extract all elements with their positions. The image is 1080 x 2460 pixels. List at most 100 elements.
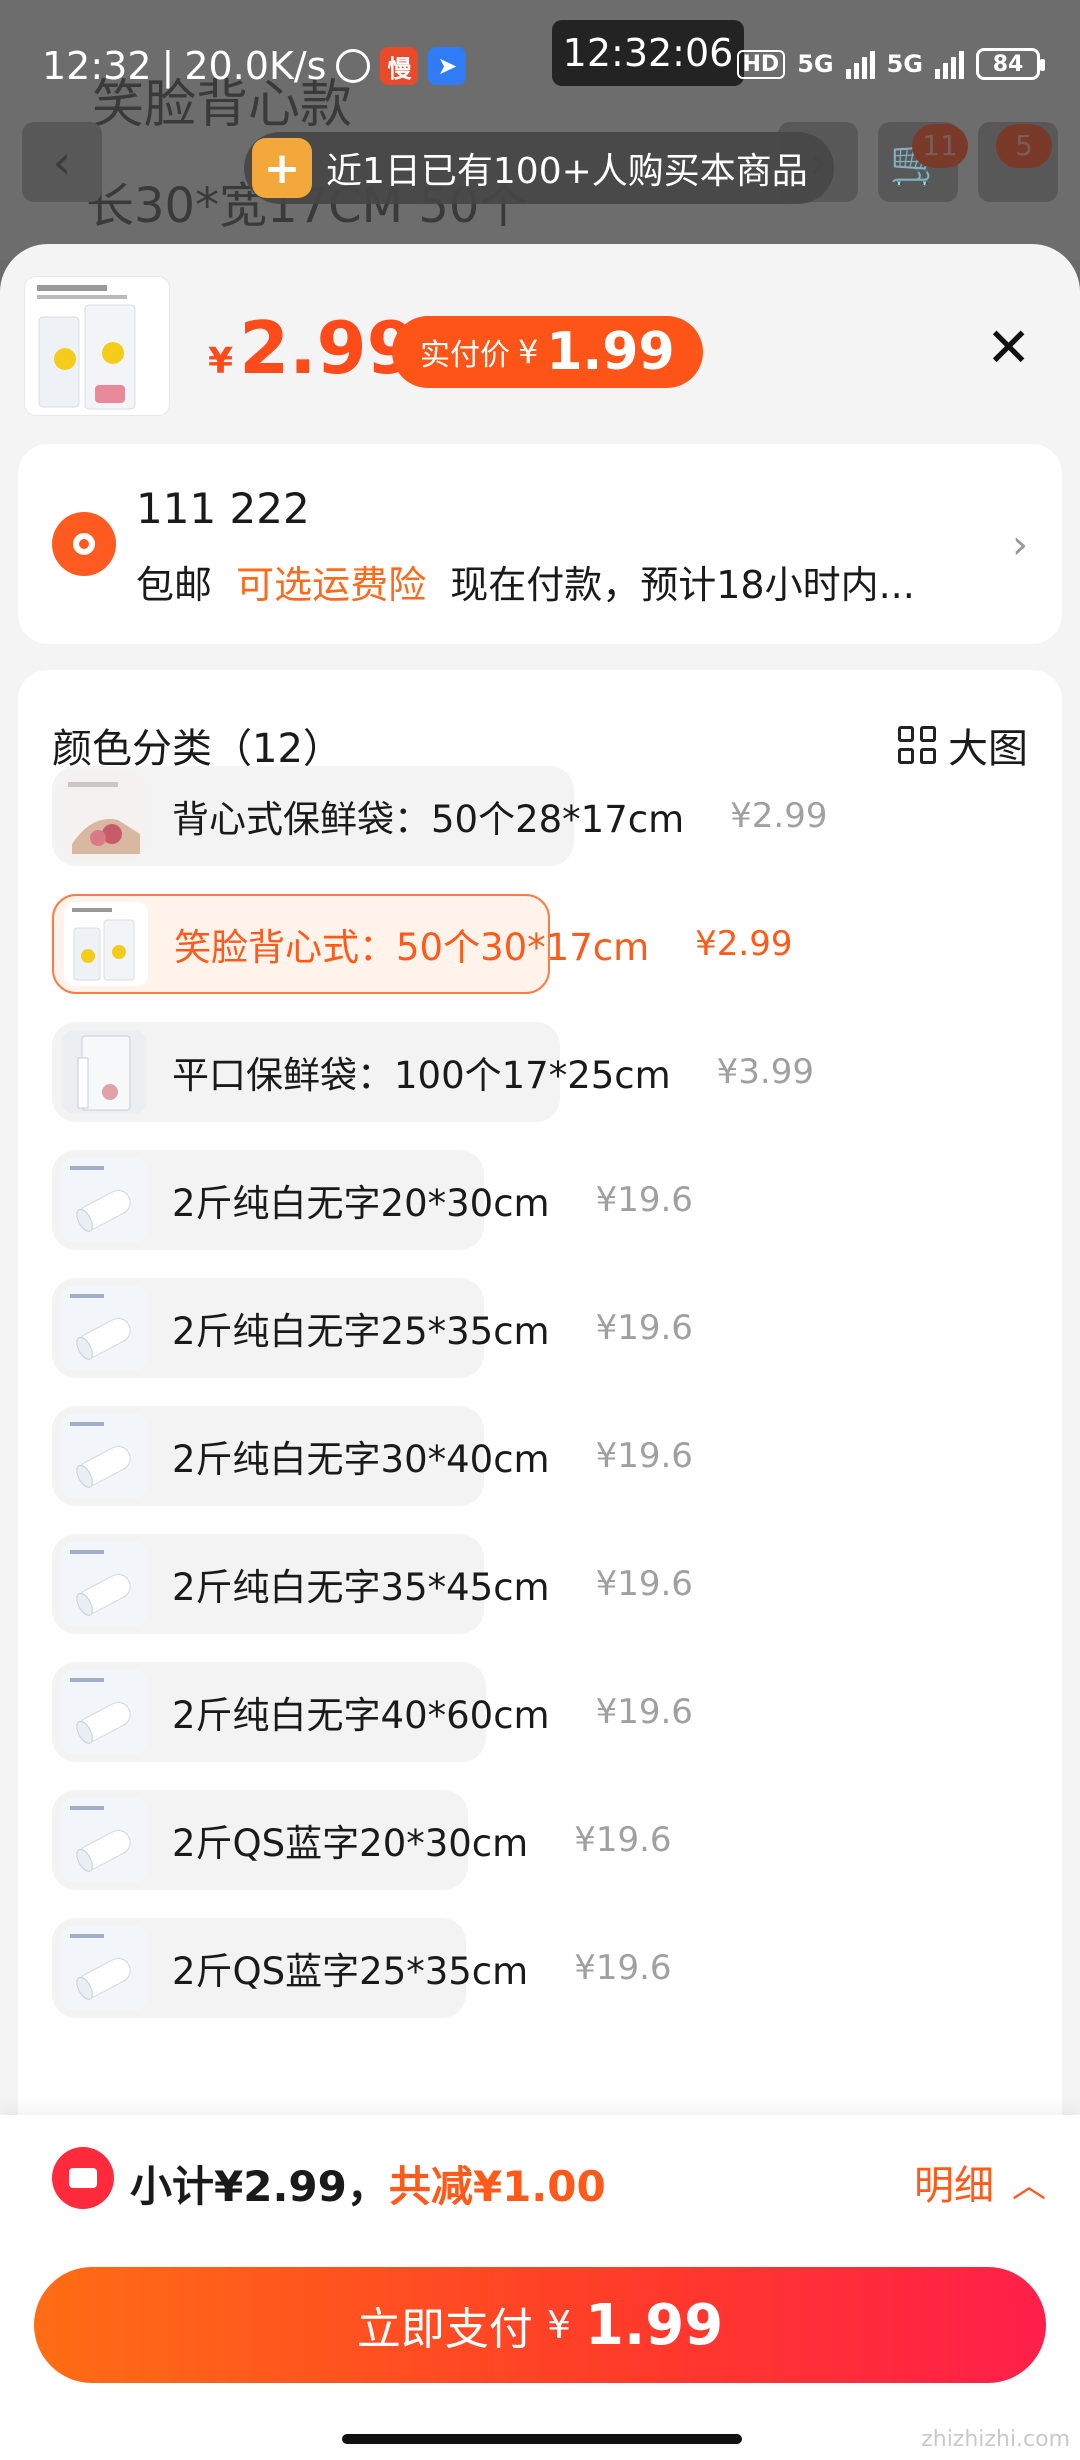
big-view-toggle[interactable]: 大图 bbox=[898, 716, 1028, 774]
option-thumbnail bbox=[62, 1670, 146, 1754]
shipping-free-label: 包邮 bbox=[136, 563, 213, 607]
battery-icon: 84 bbox=[976, 48, 1045, 80]
option-price: ¥3.99 bbox=[716, 1052, 815, 1092]
address-card[interactable]: 111 222 包邮 可选运费险 现在付款，预计18小时内... › bbox=[18, 444, 1062, 644]
app-notification-icon: 慢 bbox=[380, 47, 419, 85]
option-price: ¥19.6 bbox=[574, 1820, 672, 1860]
product-price: ¥ 2.99 bbox=[208, 306, 417, 390]
chevron-right-icon: › bbox=[1012, 522, 1028, 568]
color-option[interactable]: 2斤纯白无字25*35cm ¥19.6 bbox=[52, 1278, 693, 1378]
option-price: ¥2.99 bbox=[695, 924, 793, 964]
sku-selection-sheet: ¥ 2.99 实付价 ¥ 1.99 ✕ 111 222 包邮 可选运费险 现在付… bbox=[0, 244, 1080, 2460]
chevron-left-icon: ‹ bbox=[52, 135, 72, 189]
location-pin-icon bbox=[52, 512, 116, 576]
option-label: 2斤纯白无字30*40cm bbox=[172, 1438, 550, 1481]
purchase-count-banner: + 近1日已有100+人购买本商品 bbox=[244, 132, 834, 204]
hd-icon: HD bbox=[736, 49, 786, 79]
status-speed: 20.0K/s bbox=[184, 44, 327, 88]
option-label: 背心式保鲜袋：50个28*17cm bbox=[172, 798, 685, 841]
pay-button-label: 立即支付 bbox=[356, 2304, 533, 2355]
color-option[interactable]: 笑脸背心式：50个30*17cm ¥2.99 bbox=[52, 894, 792, 994]
option-thumbnail bbox=[62, 1286, 146, 1370]
color-option[interactable]: 平口保鲜袋：100个17*25cm ¥3.99 bbox=[52, 1022, 814, 1122]
home-indicator[interactable] bbox=[342, 2434, 742, 2444]
option-label: 2斤纯白无字40*60cm bbox=[172, 1694, 550, 1737]
color-option[interactable]: 2斤纯白无字20*30cm ¥19.6 bbox=[52, 1150, 693, 1250]
message-app-icon: ➤ bbox=[428, 47, 467, 85]
option-price: ¥19.6 bbox=[595, 1180, 693, 1220]
network-label-2: 5G bbox=[886, 50, 923, 78]
product-thumbnail[interactable] bbox=[24, 276, 170, 416]
option-label: 笑脸背心式：50个30*17cm bbox=[174, 926, 650, 969]
option-price: ¥19.6 bbox=[595, 1692, 693, 1732]
shipping-info: 包邮 可选运费险 现在付款，预计18小时内... bbox=[136, 554, 915, 609]
signal-icon-2 bbox=[935, 49, 964, 79]
detail-toggle[interactable]: 明细 ︿ bbox=[914, 2153, 1046, 2211]
option-label: 2斤纯白无字25*35cm bbox=[172, 1310, 550, 1353]
grid-icon bbox=[898, 726, 936, 764]
address-recipient: 111 222 bbox=[136, 484, 310, 533]
color-option[interactable]: 2斤纯白无字30*40cm ¥19.6 bbox=[52, 1406, 693, 1506]
back-button[interactable]: ‹ bbox=[22, 122, 102, 202]
option-label: 2斤QS蓝字25*35cm bbox=[172, 1950, 529, 1993]
option-price: ¥19.6 bbox=[595, 1436, 693, 1476]
real-price-pill: 实付价 ¥ 1.99 bbox=[392, 316, 703, 388]
option-thumbnail bbox=[62, 1798, 146, 1882]
color-option[interactable]: 2斤QS蓝字25*35cm ¥19.6 bbox=[52, 1918, 672, 2018]
color-option[interactable]: 背心式保鲜袋：50个28*17cm ¥2.99 bbox=[52, 766, 827, 866]
network-label-1: 5G bbox=[797, 50, 834, 78]
cart-badge: 11 bbox=[912, 124, 968, 168]
option-label: 2斤纯白无字20*30cm bbox=[172, 1182, 550, 1225]
shopping-bag-plus-icon: + bbox=[252, 138, 312, 198]
big-view-label: 大图 bbox=[948, 726, 1028, 772]
delivery-eta: 现在付款，预计18小时内... bbox=[450, 563, 915, 607]
option-price: ¥19.6 bbox=[574, 1948, 672, 1988]
price-value: 2.99 bbox=[239, 306, 417, 390]
coupon-icon bbox=[52, 2147, 114, 2209]
pay-button-currency: ¥ bbox=[546, 2303, 571, 2347]
real-price-currency: ¥ bbox=[518, 333, 539, 371]
color-option[interactable]: 2斤纯白无字35*45cm ¥19.6 bbox=[52, 1534, 693, 1634]
option-thumbnail bbox=[64, 902, 148, 986]
option-price: ¥2.99 bbox=[730, 796, 828, 836]
subtotal-label: 小计¥2.99， bbox=[130, 2162, 389, 2211]
signal-icon bbox=[845, 49, 875, 79]
detail-label: 明细 bbox=[914, 2163, 994, 2209]
real-price-value: 1.99 bbox=[546, 322, 675, 382]
shipping-insurance-link[interactable]: 可选运费险 bbox=[236, 563, 426, 607]
option-price: ¥19.6 bbox=[595, 1564, 693, 1604]
banner-text: 近1日已有100+人购买本商品 bbox=[326, 151, 808, 192]
color-options-card: 颜色分类（12） 大图 背心式保鲜袋：50个28*17cm ¥2.99 笑脸背心式：… bbox=[18, 670, 1062, 2270]
product-header: ¥ 2.99 实付价 ¥ 1.99 ✕ bbox=[24, 276, 1080, 416]
pay-button-amount: 1.99 bbox=[585, 2292, 724, 2358]
more-badge: 5 bbox=[996, 124, 1052, 168]
option-label: 2斤纯白无字35*45cm bbox=[172, 1566, 550, 1609]
option-thumbnail bbox=[62, 1158, 146, 1242]
subtotal-text: 小计¥2.99，共减¥1.00 bbox=[130, 2153, 606, 2214]
price-currency: ¥ bbox=[208, 341, 234, 382]
pay-now-button[interactable]: 立即支付 ¥ 1.99 bbox=[34, 2267, 1046, 2383]
option-thumbnail bbox=[62, 1414, 146, 1498]
center-clock: 12:32:06 bbox=[552, 20, 744, 86]
color-option[interactable]: 2斤QS蓝字20*30cm ¥19.6 bbox=[52, 1790, 672, 1890]
status-separator: | bbox=[161, 44, 175, 88]
status-bar: 12:32 | 20.0K/s 慢 ➤ 12:32:06 HD 5G 5G 84 bbox=[0, 0, 1080, 110]
product-image bbox=[25, 277, 169, 415]
close-icon: ✕ bbox=[986, 316, 1032, 379]
option-thumbnail bbox=[62, 774, 146, 858]
real-price-label: 实付价 bbox=[420, 338, 510, 373]
bottom-checkout-bar: 小计¥2.99，共减¥1.00 明细 ︿ 立即支付 ¥ 1.99 zhizhiz… bbox=[0, 2115, 1080, 2460]
option-label: 平口保鲜袋：100个17*25cm bbox=[172, 1054, 671, 1097]
option-thumbnail bbox=[62, 1926, 146, 2010]
option-thumbnail bbox=[62, 1030, 146, 1114]
option-thumbnail bbox=[62, 1542, 146, 1626]
color-option[interactable]: 2斤纯白无字40*60cm ¥19.6 bbox=[52, 1662, 693, 1762]
discount-label: 共减¥1.00 bbox=[388, 2162, 606, 2211]
option-price: ¥19.6 bbox=[595, 1308, 693, 1348]
alarm-icon bbox=[336, 49, 371, 83]
chevron-up-icon: ︿ bbox=[1012, 2165, 1046, 2206]
status-time: 12:32 bbox=[42, 44, 152, 88]
battery-level: 84 bbox=[992, 51, 1024, 77]
close-button[interactable]: ✕ bbox=[986, 321, 1031, 375]
watermark: zhizhizhi.com bbox=[921, 2427, 1070, 2452]
